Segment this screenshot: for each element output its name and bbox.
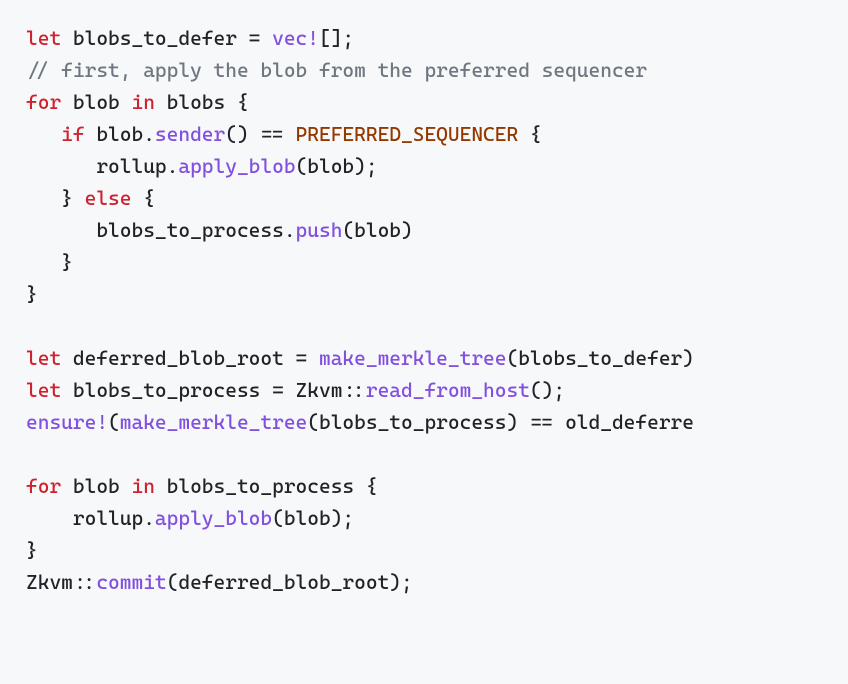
macro-ensure: ensure!	[26, 410, 108, 434]
kw-in: in	[131, 474, 154, 498]
brace-close: }	[26, 282, 38, 306]
fn-sender: sender	[155, 122, 225, 146]
ident: blobs {	[155, 90, 249, 114]
const-preferred-sequencer: PREFERRED_SEQUENCER	[296, 122, 519, 146]
kw-in: in	[131, 90, 154, 114]
ident: blobs_to_process {	[155, 474, 378, 498]
brace-close: }	[26, 538, 38, 562]
ident: rollup.	[73, 506, 155, 530]
ident: rollup.	[96, 154, 178, 178]
fn-push: push	[296, 218, 343, 242]
ident: blob	[61, 90, 131, 114]
args: (blob);	[296, 154, 378, 178]
kw-let: let	[26, 378, 61, 402]
line-10: let deferred_blob_root = make_merkle_tre…	[26, 346, 694, 370]
blank	[26, 442, 38, 466]
ident: deferred_blob_root =	[61, 346, 319, 370]
brackets: [];	[319, 26, 354, 50]
line-13	[26, 442, 38, 466]
code-block: let blobs_to_defer = vec![]; // first, a…	[0, 0, 848, 620]
brace-close: }	[26, 250, 73, 274]
brace: {	[131, 186, 154, 210]
line-16: }	[26, 538, 38, 562]
indent	[26, 218, 96, 242]
fn-apply-blob: apply_blob	[178, 154, 295, 178]
paren: ();	[530, 378, 565, 402]
args: (blob)	[342, 218, 412, 242]
indent	[26, 154, 96, 178]
line-7: }	[26, 250, 73, 274]
line-17: Zkvm::commit(deferred_blob_root);	[26, 570, 413, 594]
ident: blobs_to_process.	[96, 218, 295, 242]
fn-read-from-host: read_from_host	[366, 378, 530, 402]
blank	[26, 314, 38, 338]
kw-for: for	[26, 90, 61, 114]
kw-let: let	[26, 346, 61, 370]
ident: Zkvm::	[26, 570, 96, 594]
line-2: for blob in blobs {	[26, 90, 249, 114]
indent-brace: }	[26, 186, 85, 210]
line-8: }	[26, 282, 38, 306]
kw-let: let	[26, 26, 61, 50]
rest: (blobs_to_process) == old_deferre	[307, 410, 694, 434]
line-14: for blob in blobs_to_process {	[26, 474, 378, 498]
kw-for: for	[26, 474, 61, 498]
line-5: } else {	[26, 186, 155, 210]
line-11: let blobs_to_process = Zkvm::read_from_h…	[26, 378, 565, 402]
ident: blobs_to_defer =	[61, 26, 272, 50]
fn-make-merkle-tree: make_merkle_tree	[120, 410, 308, 434]
fn-apply-blob: apply_blob	[155, 506, 272, 530]
ident: blob	[61, 474, 131, 498]
line-6: blobs_to_process.push(blob)	[26, 218, 413, 242]
line-1: // first, apply the blob from the prefer…	[26, 58, 647, 82]
args: (deferred_blob_root);	[167, 570, 413, 594]
op: () ==	[225, 122, 295, 146]
fn-make-merkle-tree: make_merkle_tree	[319, 346, 507, 370]
ident: blob.	[85, 122, 155, 146]
brace: {	[518, 122, 541, 146]
macro-vec: vec!	[272, 26, 319, 50]
args: (blob);	[272, 506, 354, 530]
indent	[26, 506, 73, 530]
line-12: ensure!(make_merkle_tree(blobs_to_proces…	[26, 410, 694, 434]
line-15: rollup.apply_blob(blob);	[26, 506, 354, 530]
comment: // first, apply the blob from the prefer…	[26, 58, 647, 82]
ident: blobs_to_process = Zkvm::	[61, 378, 366, 402]
line-0: let blobs_to_defer = vec![];	[26, 26, 354, 50]
line-9	[26, 314, 38, 338]
fn-commit: commit	[96, 570, 166, 594]
line-4: rollup.apply_blob(blob);	[26, 154, 378, 178]
kw-else: else	[85, 186, 132, 210]
args: (blobs_to_defer)	[506, 346, 694, 370]
paren: (	[108, 410, 120, 434]
indent	[26, 122, 61, 146]
line-3: if blob.sender() == PREFERRED_SEQUENCER …	[26, 122, 542, 146]
kw-if: if	[61, 122, 84, 146]
